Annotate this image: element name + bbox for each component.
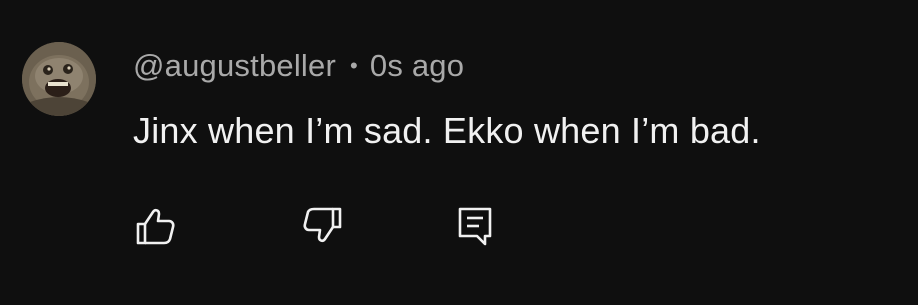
- comment-timestamp[interactable]: 0s ago: [370, 48, 464, 83]
- comment-meta: @augustbeller • 0s ago: [133, 47, 464, 85]
- reply-button[interactable]: [449, 200, 499, 250]
- comment: @augustbeller • 0s ago Jinx when I’m sad. …: [0, 0, 918, 305]
- comment-author[interactable]: @augustbeller: [133, 48, 336, 83]
- avatar[interactable]: [22, 42, 96, 116]
- comment-text: Jinx when I’m sad. Ekko when I’m bad.: [133, 110, 761, 151]
- meta-separator: •: [349, 53, 358, 78]
- avatar-image: [22, 42, 96, 116]
- thumbs-down-icon: [303, 207, 342, 243]
- thumbs-up-icon: [136, 208, 175, 245]
- dislike-button[interactable]: [298, 200, 348, 250]
- comment-reply-icon: [458, 207, 492, 246]
- like-button[interactable]: [130, 200, 180, 250]
- comment-actions: [0, 200, 918, 250]
